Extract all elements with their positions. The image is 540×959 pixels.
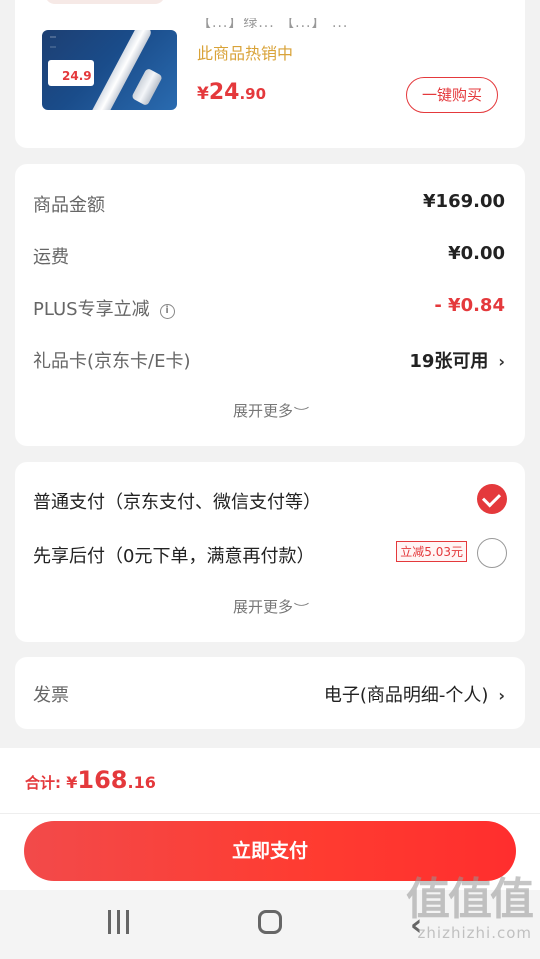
previous-item-thumbnail — [45, 0, 165, 4]
chevron-down-icon: ︶ — [293, 602, 310, 615]
invoice-label: 发票 — [33, 685, 69, 706]
goods-amount-value: ¥169.00 — [423, 191, 505, 212]
chevron-down-icon: ︶ — [293, 406, 310, 419]
home-icon[interactable] — [258, 910, 282, 934]
chevron-right-icon: › — [498, 352, 505, 371]
checkout-bar: 合计: ¥168.16 立即支付 — [0, 748, 540, 890]
gift-card-row[interactable]: 礼品卡(京东卡/E卡) 19张可用 › — [33, 344, 505, 374]
amount-summary-card: 商品金额 ¥169.00 运费 ¥0.00 PLUS专享立减 i - ¥0.84 … — [15, 164, 525, 446]
discount-badge: 立减5.03元 — [396, 541, 467, 562]
payment-expand-more[interactable]: 展开更多︶ — [15, 596, 525, 617]
radio-unchecked-icon[interactable] — [477, 538, 507, 568]
image-tag — [50, 36, 56, 38]
invoice-value: 电子(商品明细-个人) — [323, 685, 489, 706]
gift-card-value: 19张可用 — [409, 351, 489, 372]
divider — [0, 813, 540, 814]
payment-option-normal[interactable]: 普通支付（京东支付、微信支付等） — [33, 484, 507, 518]
invoice-row[interactable]: 发票 电子(商品明细-个人) › — [15, 657, 525, 729]
goods-amount-row: 商品金额 ¥169.00 — [33, 191, 505, 216]
image-price: 24.9 — [62, 69, 92, 83]
chevron-right-icon: › — [498, 686, 505, 705]
payment-option-pay-later[interactable]: 先享后付（0元下单，满意再付款） 立减5.03元 — [33, 538, 507, 572]
product-image[interactable]: 24.9 — [42, 30, 177, 110]
info-icon[interactable]: i — [159, 304, 175, 319]
hot-sale-label: 此商品热销中 — [197, 44, 294, 63]
product-plug-graphic — [131, 67, 163, 107]
order-total: 合计: ¥168.16 — [25, 766, 156, 794]
shipping-row: 运费 ¥0.00 — [33, 243, 505, 268]
radio-checked-icon[interactable] — [477, 484, 507, 514]
amounts-expand-more[interactable]: 展开更多︶ — [15, 400, 525, 421]
payment-method-card: 普通支付（京东支付、微信支付等） 先享后付（0元下单，满意再付款） 立减5.03… — [15, 462, 525, 642]
recent-apps-icon[interactable] — [108, 910, 132, 934]
pay-now-button[interactable]: 立即支付 — [24, 821, 516, 881]
product-price: ¥24.90 — [197, 80, 267, 105]
image-price-box: 24.9 — [48, 60, 94, 86]
one-click-buy-button[interactable]: 一键购买 — [406, 77, 498, 113]
image-tag — [50, 46, 56, 48]
watermark: 值值值 zhizhizhi.com — [406, 874, 534, 943]
product-card: 24.9 【...】绿... 【...】 ... 此商品热销中 ¥24.90 一… — [15, 0, 525, 148]
shipping-value: ¥0.00 — [448, 243, 505, 264]
product-title[interactable]: 【...】绿... 【...】 ... — [197, 18, 507, 28]
plus-discount-value: - ¥0.84 — [434, 295, 505, 316]
plus-discount-row: PLUS专享立减 i - ¥0.84 — [33, 295, 505, 320]
